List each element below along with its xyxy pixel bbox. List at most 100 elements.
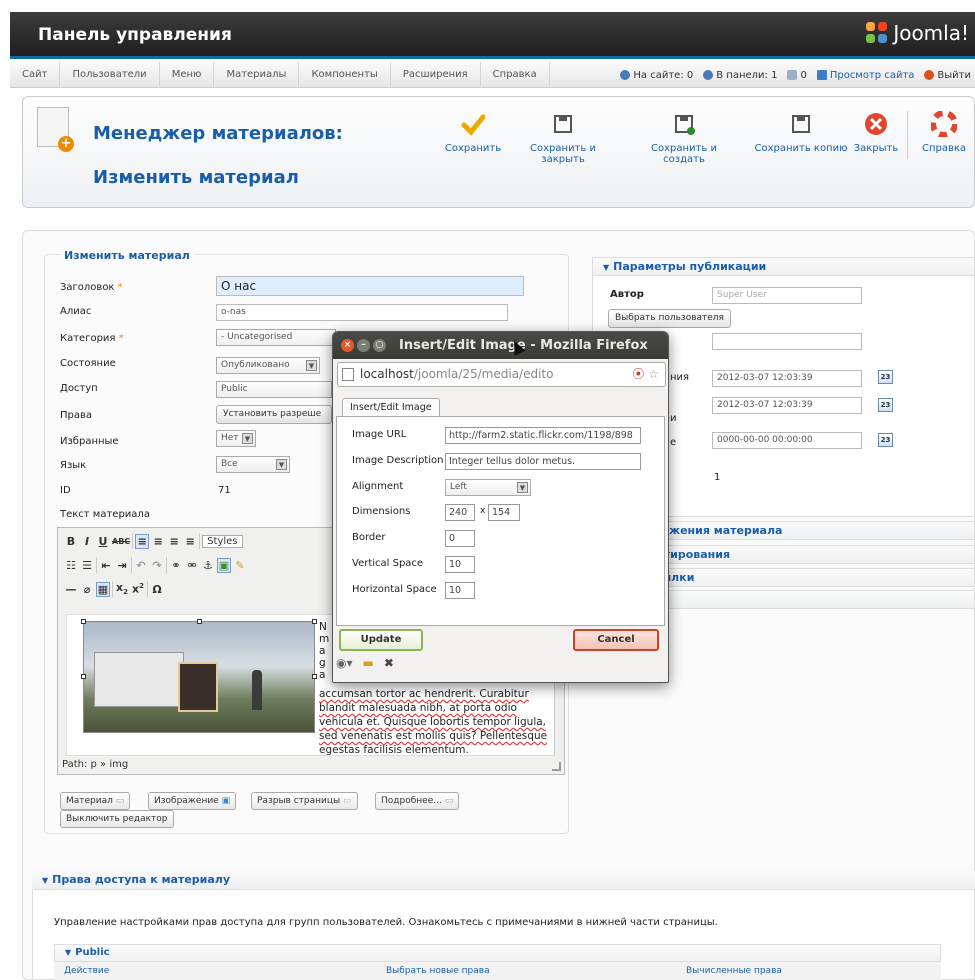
- visual-aid-icon[interactable]: ▦: [96, 581, 110, 597]
- link-icon[interactable]: ⚭: [169, 559, 183, 572]
- start-publish-input[interactable]: 2012-03-07 12:03:39: [712, 397, 862, 414]
- bold-icon[interactable]: B: [64, 535, 78, 548]
- text-label: Текст материала: [60, 509, 150, 520]
- chevron-down-icon: ▼: [65, 948, 72, 957]
- alignment-select[interactable]: Left ▼: [445, 479, 531, 496]
- superscript-icon[interactable]: x2: [131, 582, 145, 596]
- read-more-button[interactable]: Подробнее... ▭: [375, 792, 460, 810]
- title-label: Заголовок *: [60, 282, 123, 293]
- maximize-icon[interactable]: ○: [373, 339, 386, 352]
- special-char-icon[interactable]: Ω: [150, 583, 164, 596]
- publish-panel-header[interactable]: ▼ Параметры публикации: [592, 257, 975, 276]
- image-url-input[interactable]: http://farm2.static.flickr.com/1198/898: [445, 427, 641, 444]
- bullet-list-icon[interactable]: ☷: [64, 559, 78, 572]
- dialog-titlebar[interactable]: × – ○ Insert/Edit Image - Mozilla Firefo…: [333, 332, 668, 359]
- outdent-icon[interactable]: ⇤: [99, 559, 113, 572]
- insert-article-button[interactable]: Материал ▭: [60, 792, 131, 810]
- save-new-button[interactable]: Сохранить и создать: [629, 111, 739, 165]
- redo-icon[interactable]: ↷: [150, 559, 164, 572]
- numbered-list-icon[interactable]: ☰: [80, 559, 94, 572]
- url-bar[interactable]: localhost/joomla/25/media/edito ⦿ ☆: [337, 362, 666, 387]
- page-break-button[interactable]: Разрыв страницы ▭: [251, 792, 358, 810]
- underline-icon[interactable]: U: [96, 535, 110, 548]
- indent-icon[interactable]: ⇥: [115, 559, 129, 572]
- addon-bar-icon[interactable]: ◉▾: [336, 656, 353, 670]
- save-close-button[interactable]: Сохранить и закрыть: [511, 111, 615, 165]
- calendar-icon[interactable]: 23: [878, 433, 893, 447]
- menu-help[interactable]: Справка: [481, 62, 550, 88]
- resize-handle-icon[interactable]: [552, 762, 561, 771]
- calendar-icon[interactable]: 23: [878, 370, 893, 384]
- align-center-icon[interactable]: ≡: [151, 535, 165, 548]
- alias-input[interactable]: o-nas: [216, 304, 508, 321]
- featured-select[interactable]: Нет ▼: [216, 430, 256, 447]
- menu-menus[interactable]: Меню: [160, 62, 215, 88]
- state-select[interactable]: Опубликовано ▼: [216, 357, 320, 374]
- cleanup-icon[interactable]: ✎: [233, 559, 247, 572]
- title-input[interactable]: О нас: [216, 276, 524, 296]
- image-desc-input[interactable]: Integer tellus dolor metus.: [445, 453, 641, 470]
- close-button[interactable]: Закрыть: [853, 111, 899, 154]
- tab-insert-edit-image[interactable]: Insert/Edit Image: [342, 398, 440, 417]
- save-icon: [550, 111, 576, 137]
- minimize-icon[interactable]: –: [357, 339, 370, 352]
- in-panel-status[interactable]: В панели: 1: [703, 70, 777, 81]
- created-date-label: ния: [670, 372, 690, 383]
- alias-label: Алиас: [60, 306, 92, 317]
- save-copy-button[interactable]: Сохранить копию: [751, 111, 851, 154]
- align-justify-icon[interactable]: ≡: [183, 535, 197, 548]
- vspace-input[interactable]: 10: [445, 556, 475, 573]
- menu-users[interactable]: Пользователи: [60, 62, 160, 88]
- strikethrough-icon[interactable]: ABC: [112, 537, 130, 546]
- created-by-alias-input[interactable]: [712, 333, 862, 350]
- close-icon[interactable]: ×: [341, 339, 354, 352]
- italic-icon[interactable]: I: [80, 535, 94, 548]
- start-date-label: и: [670, 413, 677, 424]
- insert-image-button[interactable]: Изображение ▣: [148, 792, 237, 810]
- access-select[interactable]: Public: [216, 381, 332, 398]
- vspace-label: Vertical Space: [352, 558, 424, 569]
- align-right-icon[interactable]: ≡: [167, 535, 181, 548]
- help-button[interactable]: Справка: [919, 110, 969, 154]
- messages-status[interactable]: 0: [787, 70, 807, 81]
- id-label: ID: [60, 485, 71, 496]
- set-permissions-button[interactable]: Установить разреше: [216, 405, 332, 424]
- on-site-status[interactable]: На сайте: 0: [620, 70, 693, 81]
- cancel-button[interactable]: Cancel: [573, 629, 659, 651]
- inserted-image[interactable]: [81, 619, 317, 733]
- access-rules-header[interactable]: ▼ Права доступа к материалу: [32, 870, 975, 890]
- height-input[interactable]: 154: [488, 504, 520, 521]
- author-input[interactable]: Super User: [712, 287, 862, 304]
- folder-icon[interactable]: ▬: [363, 656, 374, 670]
- subscript-icon[interactable]: x2: [115, 581, 129, 596]
- logout-link[interactable]: Выйти: [924, 70, 971, 81]
- created-date-input[interactable]: 2012-03-07 12:03:39: [712, 370, 862, 387]
- menu-content[interactable]: Материалы: [214, 62, 300, 88]
- anchor-icon[interactable]: ⚓: [201, 559, 215, 572]
- category-select[interactable]: - Uncategorised: [216, 329, 336, 346]
- border-input[interactable]: 0: [445, 530, 475, 547]
- joomla-logo[interactable]: Joomla!: [865, 21, 969, 45]
- menu-site[interactable]: Сайт: [10, 62, 61, 88]
- close-small-icon[interactable]: ✖: [384, 656, 394, 670]
- styles-dropdown[interactable]: Styles: [202, 534, 243, 548]
- finish-publish-input[interactable]: 0000-00-00 00:00:00: [712, 432, 862, 449]
- hspace-input[interactable]: 10: [445, 582, 475, 599]
- image-icon[interactable]: ▣: [217, 557, 231, 573]
- unlink-icon[interactable]: ⚮: [185, 559, 199, 572]
- menu-components[interactable]: Компоненты: [299, 62, 391, 88]
- menu-extensions[interactable]: Расширения: [391, 62, 481, 88]
- language-select[interactable]: Все ▼: [216, 456, 290, 473]
- view-site-link[interactable]: Просмотр сайта: [816, 70, 914, 81]
- undo-icon[interactable]: ↶: [134, 559, 148, 572]
- width-input[interactable]: 240: [445, 504, 475, 521]
- update-button[interactable]: Update: [339, 629, 423, 651]
- align-left-icon[interactable]: ≡: [135, 533, 150, 549]
- select-user-button[interactable]: Выбрать пользователя: [608, 309, 731, 328]
- remove-format-icon[interactable]: ⌀: [80, 583, 94, 596]
- group-public-header[interactable]: ▼ Public: [54, 944, 941, 962]
- save-button[interactable]: Сохранить: [443, 111, 503, 154]
- calendar-icon[interactable]: 23: [878, 398, 893, 412]
- toggle-editor-button[interactable]: Выключить редактор: [60, 810, 174, 828]
- horizontal-rule-icon[interactable]: —: [64, 583, 78, 596]
